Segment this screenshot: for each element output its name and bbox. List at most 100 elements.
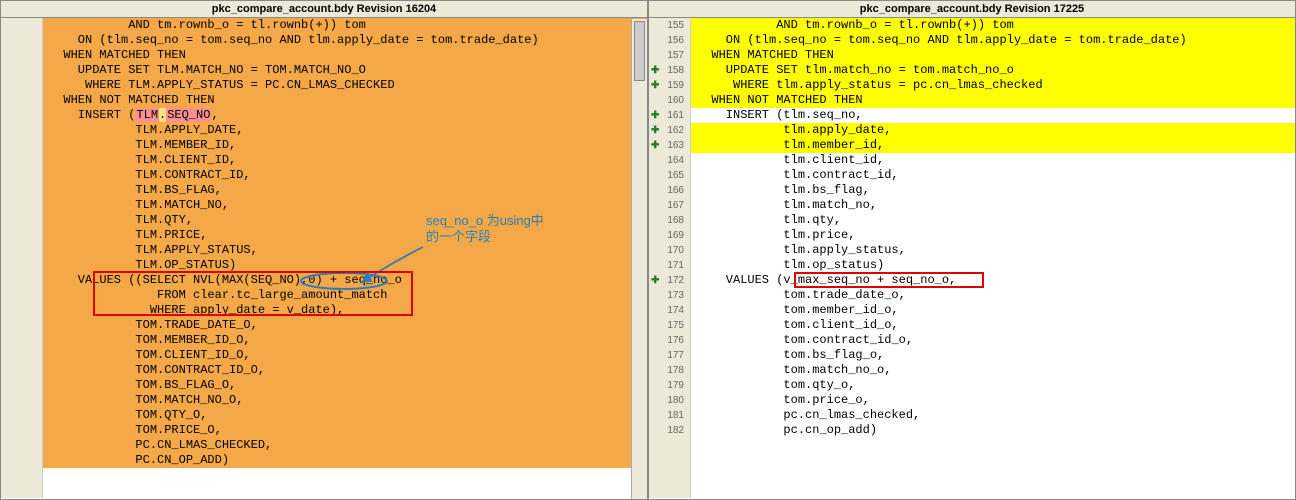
code-line[interactable]: TLM.QTY,: [43, 213, 647, 228]
code-line[interactable]: TLM.MATCH_NO,: [43, 198, 647, 213]
right-gutter-line: 166: [649, 183, 690, 198]
right-gutter-line: 159: [649, 78, 690, 93]
code-line[interactable]: pc.cn_op_add): [691, 423, 1295, 438]
code-line[interactable]: WHERE apply_date = v_date),: [43, 303, 647, 318]
right-gutter-line: 168: [649, 213, 690, 228]
code-line[interactable]: TOM.PRICE_O,: [43, 423, 647, 438]
code-line[interactable]: PC.CN_LMAS_CHECKED,: [43, 438, 647, 453]
code-line[interactable]: tlm.apply_status,: [691, 243, 1295, 258]
left-gutter-line: [1, 63, 42, 78]
left-gutter-line: [1, 123, 42, 138]
right-gutter-line: 160: [649, 93, 690, 108]
code-line[interactable]: tlm.contract_id,: [691, 168, 1295, 183]
code-line[interactable]: AND tm.rownb_o = tl.rownb(+)) tom: [691, 18, 1295, 33]
left-gutter: [1, 18, 43, 498]
code-line[interactable]: TLM.CONTRACT_ID,: [43, 168, 647, 183]
left-scrollbar[interactable]: [631, 19, 647, 499]
right-gutter-line: 176: [649, 333, 690, 348]
code-line[interactable]: tom.match_no_o,: [691, 363, 1295, 378]
left-gutter-line: [1, 33, 42, 48]
code-line[interactable]: INSERT (tlm.seq_no,: [691, 108, 1295, 123]
code-line[interactable]: WHERE tlm.apply_status = pc.cn_lmas_chec…: [691, 78, 1295, 93]
code-line[interactable]: tom.bs_flag_o,: [691, 348, 1295, 363]
code-line[interactable]: ON (tlm.seq_no = tom.seq_no AND tlm.appl…: [43, 33, 647, 48]
code-line[interactable]: ON (tlm.seq_no = tom.seq_no AND tlm.appl…: [691, 33, 1295, 48]
right-gutter-line: 167: [649, 198, 690, 213]
code-line[interactable]: tlm.match_no,: [691, 198, 1295, 213]
left-gutter-line: [1, 423, 42, 438]
code-line[interactable]: TLM.PRICE,: [43, 228, 647, 243]
code-line[interactable]: TLM.OP_STATUS): [43, 258, 647, 273]
left-gutter-line: [1, 393, 42, 408]
code-line[interactable]: INSERT (TLM.SEQ_NO,: [43, 108, 647, 123]
right-code-area[interactable]: AND tm.rownb_o = tl.rownb(+)) tom ON (tl…: [691, 18, 1295, 498]
code-line[interactable]: WHEN MATCHED THEN: [43, 48, 647, 63]
right-gutter-line: 179: [649, 378, 690, 393]
left-gutter-line: [1, 258, 42, 273]
right-gutter-line: 161: [649, 108, 690, 123]
code-line[interactable]: VALUES (v_max_seq_no + seq_no_o,: [691, 273, 1295, 288]
code-line[interactable]: tlm.apply_date,: [691, 123, 1295, 138]
right-gutter-line: 178: [649, 363, 690, 378]
code-line[interactable]: TOM.CONTRACT_ID_O,: [43, 363, 647, 378]
code-line[interactable]: PC.CN_OP_ADD): [43, 453, 647, 468]
code-line[interactable]: UPDATE SET TLM.MATCH_NO = TOM.MATCH_NO_O: [43, 63, 647, 78]
code-line[interactable]: WHEN MATCHED THEN: [691, 48, 1295, 63]
code-line[interactable]: TOM.QTY_O,: [43, 408, 647, 423]
code-line[interactable]: WHEN NOT MATCHED THEN: [43, 93, 647, 108]
left-gutter-line: [1, 228, 42, 243]
code-line[interactable]: tlm.member_id,: [691, 138, 1295, 153]
code-line[interactable]: tom.contract_id_o,: [691, 333, 1295, 348]
code-line[interactable]: tlm.price,: [691, 228, 1295, 243]
left-code-area[interactable]: AND tm.rownb_o = tl.rownb(+)) tom ON (tl…: [43, 18, 647, 498]
code-line[interactable]: tlm.qty,: [691, 213, 1295, 228]
left-gutter-line: [1, 138, 42, 153]
code-line[interactable]: TLM.BS_FLAG,: [43, 183, 647, 198]
left-gutter-line: [1, 318, 42, 333]
code-line[interactable]: tlm.bs_flag,: [691, 183, 1295, 198]
code-line[interactable]: tlm.op_status): [691, 258, 1295, 273]
right-gutter-line: 175: [649, 318, 690, 333]
code-line[interactable]: pc.cn_lmas_checked,: [691, 408, 1295, 423]
right-gutter-line: 174: [649, 303, 690, 318]
code-line[interactable]: tlm.client_id,: [691, 153, 1295, 168]
code-line[interactable]: TLM.APPLY_DATE,: [43, 123, 647, 138]
code-line[interactable]: TOM.TRADE_DATE_O,: [43, 318, 647, 333]
left-gutter-line: [1, 378, 42, 393]
code-line[interactable]: TOM.CLIENT_ID_O,: [43, 348, 647, 363]
left-gutter-line: [1, 288, 42, 303]
code-line[interactable]: TOM.MATCH_NO_O,: [43, 393, 647, 408]
code-line[interactable]: tom.client_id_o,: [691, 318, 1295, 333]
code-line[interactable]: tom.qty_o,: [691, 378, 1295, 393]
right-gutter-line: 177: [649, 348, 690, 363]
code-line[interactable]: TLM.APPLY_STATUS,: [43, 243, 647, 258]
code-line[interactable]: TOM.MEMBER_ID_O,: [43, 333, 647, 348]
right-gutter-line: 156: [649, 33, 690, 48]
code-line[interactable]: AND tm.rownb_o = tl.rownb(+)) tom: [43, 18, 647, 33]
code-line[interactable]: tom.price_o,: [691, 393, 1295, 408]
code-line[interactable]: TLM.CLIENT_ID,: [43, 153, 647, 168]
code-line[interactable]: WHERE TLM.APPLY_STATUS = PC.CN_LMAS_CHEC…: [43, 78, 647, 93]
right-gutter-line: 162: [649, 123, 690, 138]
code-line[interactable]: VALUES ((SELECT NVL(MAX(SEQ_NO),0) + seq…: [43, 273, 647, 288]
right-gutter-line: 163: [649, 138, 690, 153]
right-gutter-line: 155: [649, 18, 690, 33]
code-line[interactable]: FROM clear.tc_large_amount_match: [43, 288, 647, 303]
code-line[interactable]: TOM.BS_FLAG_O,: [43, 378, 647, 393]
left-gutter-line: [1, 438, 42, 453]
left-gutter-line: [1, 243, 42, 258]
right-gutter-line: 164: [649, 153, 690, 168]
code-line[interactable]: TLM.MEMBER_ID,: [43, 138, 647, 153]
left-gutter-line: [1, 78, 42, 93]
code-line[interactable]: WHEN NOT MATCHED THEN: [691, 93, 1295, 108]
left-scrollbar-thumb[interactable]: [634, 21, 645, 81]
code-line[interactable]: UPDATE SET tlm.match_no = tom.match_no_o: [691, 63, 1295, 78]
left-gutter-line: [1, 48, 42, 63]
code-line[interactable]: tom.member_id_o,: [691, 303, 1295, 318]
right-gutter-line: 165: [649, 168, 690, 183]
right-gutter-line: 172: [649, 273, 690, 288]
left-gutter-line: [1, 18, 42, 33]
code-line[interactable]: tom.trade_date_o,: [691, 288, 1295, 303]
right-gutter-line: 171: [649, 258, 690, 273]
right-gutter-line: 182: [649, 423, 690, 438]
